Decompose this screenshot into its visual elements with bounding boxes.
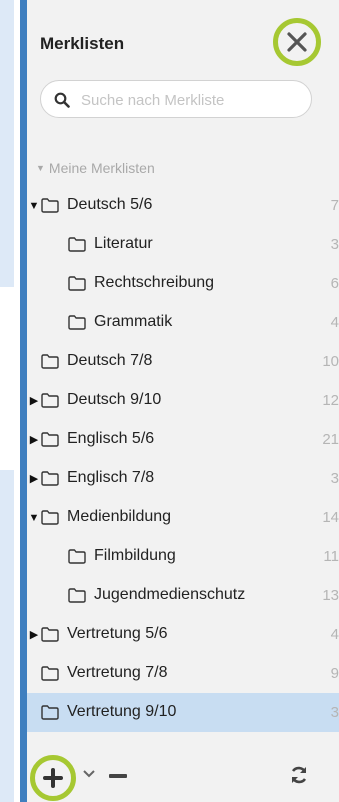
- panel-title: Merklisten: [40, 34, 125, 53]
- tree-item-label: Deutsch 7/8: [67, 352, 153, 369]
- chevron-down-icon[interactable]: [82, 769, 96, 779]
- tree-item[interactable]: ▶ Vertretung 5/6 4: [27, 615, 339, 654]
- background-content: [0, 470, 14, 802]
- tree-item[interactable]: Deutsch 7/8 10: [27, 342, 339, 381]
- tree-item[interactable]: ▼ Deutsch 5/6 7: [27, 186, 339, 225]
- tree-item-label: Filmbildung: [94, 547, 176, 564]
- folder-icon: [41, 627, 59, 642]
- folder-icon: [41, 393, 59, 408]
- folder-icon: [41, 198, 59, 213]
- tree-item-label: Deutsch 9/10: [67, 391, 162, 408]
- tree-item[interactable]: Jugendmedienschutz 13: [27, 576, 339, 615]
- tree-item-label: Jugendmedienschutz: [94, 586, 246, 603]
- section-label: Meine Merklisten: [48, 160, 155, 176]
- caret-right-icon[interactable]: ▶: [27, 472, 41, 485]
- bottom-toolbar: [27, 752, 339, 802]
- tree-item-count: 21: [322, 431, 339, 448]
- tree-item-label: Englisch 5/6: [67, 430, 155, 447]
- search-input[interactable]: [79, 85, 303, 115]
- folder-icon: [41, 705, 59, 720]
- tree-item-count: 9: [330, 665, 339, 682]
- tree-item-label: Deutsch 5/6: [67, 196, 153, 213]
- folder-icon: [41, 510, 59, 525]
- tree-item-label: Rechtschreibung: [94, 274, 215, 291]
- tree-item[interactable]: Rechtschreibung 6: [27, 264, 339, 303]
- tree-item-count: 3: [330, 236, 339, 253]
- tree-item-count: 3: [330, 470, 339, 487]
- tree-item-count: 12: [322, 392, 339, 409]
- close-icon: [287, 32, 307, 52]
- tree-item-count: 4: [330, 314, 339, 331]
- tree-item[interactable]: ▶ Englisch 5/6 21: [27, 420, 339, 459]
- caret-right-icon[interactable]: ▶: [27, 433, 41, 446]
- folder-icon: [41, 354, 59, 369]
- folder-icon: [68, 237, 86, 252]
- tree-item[interactable]: Vertretung 9/10 3: [27, 693, 339, 732]
- close-button[interactable]: [273, 18, 321, 66]
- background-content: [0, 0, 14, 287]
- caret-down-icon[interactable]: ▼: [27, 200, 41, 212]
- tree-item-count: 11: [323, 548, 339, 565]
- folder-icon: [68, 588, 86, 603]
- folder-icon: [41, 432, 59, 447]
- tree-item-label: Literatur: [94, 235, 153, 252]
- folder-icon: [41, 666, 59, 681]
- tree-item[interactable]: Filmbildung 11: [27, 537, 339, 576]
- remove-list-button[interactable]: [109, 774, 127, 778]
- tree-item-label: Vertretung 7/8: [67, 664, 168, 681]
- folder-icon: [68, 549, 86, 564]
- tree-item-count: 6: [330, 275, 339, 292]
- folder-icon: [68, 315, 86, 330]
- merklisten-sidebar: Merklisten ▼ Meine Merklisten ▼ Deutsch 5…: [20, 0, 339, 802]
- add-list-button[interactable]: [30, 755, 76, 801]
- tree-item-label: Medienbildung: [67, 508, 172, 525]
- folder-icon: [41, 471, 59, 486]
- refresh-icon[interactable]: [289, 765, 309, 785]
- section-header[interactable]: ▼ Meine Merklisten: [36, 160, 155, 176]
- tree-item-count: 7: [330, 197, 339, 214]
- tree-item[interactable]: ▶ Englisch 7/8 3: [27, 459, 339, 498]
- tree-item[interactable]: ▶ Deutsch 9/10 12: [27, 381, 339, 420]
- plus-icon: [43, 768, 63, 788]
- tree-item[interactable]: Literatur 3: [27, 225, 339, 264]
- caret-right-icon[interactable]: ▶: [27, 628, 41, 641]
- tree-item-count: 4: [330, 626, 339, 643]
- tree-item-count: 10: [322, 353, 339, 370]
- tree-item[interactable]: Grammatik 4: [27, 303, 339, 342]
- tree-item-label: Vertretung 5/6: [67, 625, 168, 642]
- folder-icon: [68, 276, 86, 291]
- tree-item-label: Vertretung 9/10: [67, 703, 177, 720]
- search-icon: [54, 92, 70, 108]
- tree-item[interactable]: ▼ Medienbildung 14: [27, 498, 339, 537]
- caret-down-icon[interactable]: ▼: [27, 512, 41, 524]
- tree-item-count: 3: [330, 704, 339, 721]
- tree-item-count: 14: [322, 509, 339, 526]
- merklisten-tree: ▼ Deutsch 5/6 7 Literatur 3 Rechtschreibung 6 G…: [27, 186, 339, 732]
- tree-item[interactable]: Vertretung 7/8 9: [27, 654, 339, 693]
- caret-right-icon[interactable]: ▶: [27, 394, 41, 407]
- tree-item-count: 13: [322, 587, 339, 604]
- search-field[interactable]: [40, 80, 312, 118]
- caret-down-icon: ▼: [36, 163, 45, 173]
- tree-item-label: Englisch 7/8: [67, 469, 155, 486]
- tree-item-label: Grammatik: [94, 313, 173, 330]
